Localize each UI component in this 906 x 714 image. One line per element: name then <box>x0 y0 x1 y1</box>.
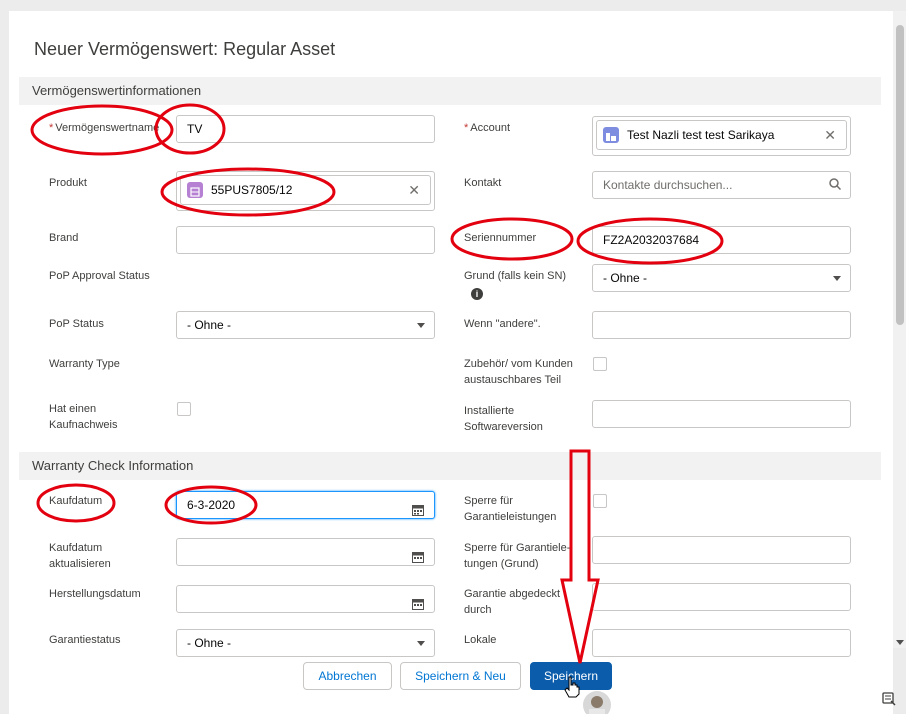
product-pill[interactable]: 55PUS7805/12 ✕ <box>180 175 431 205</box>
warranty-type-label: Warranty Type <box>49 358 120 370</box>
contact-label: Kontakt <box>464 177 502 189</box>
proof-of-purchase-checkbox[interactable] <box>177 402 191 416</box>
wc-line1: Garantie abgedeckt <box>464 588 561 600</box>
section-header-asset-info[interactable]: Vermögenswertinformationen <box>19 77 881 105</box>
brand-input[interactable] <box>176 226 435 254</box>
installed-sw-line1: Installierte <box>464 405 515 417</box>
cursor-hand-icon <box>564 676 580 703</box>
wbr-line1: Sperre für Garantiele- <box>464 542 571 554</box>
warranty-block-checkbox[interactable] <box>593 494 607 508</box>
save-and-new-button[interactable]: Speichern & Neu <box>400 662 521 690</box>
warranty-covered-label: Garantie abgedeckt durch <box>464 586 560 618</box>
info-icon[interactable]: i <box>471 288 483 300</box>
product-lookup[interactable]: 55PUS7805/12 ✕ <box>176 171 435 211</box>
chevron-down-icon[interactable] <box>896 640 904 645</box>
warranty-block-line2: Garantieleistungen <box>464 511 557 523</box>
purchase-date-update-input[interactable] <box>176 538 435 566</box>
asset-name-input[interactable]: TV <box>176 115 435 143</box>
account-pill[interactable]: Test Nazli test test Sarikaya ✕ <box>596 120 847 150</box>
chevron-down-icon <box>417 323 425 328</box>
manufacture-date-input[interactable] <box>176 585 435 613</box>
modal-scrollbar[interactable] <box>893 11 906 648</box>
proof-of-purchase-label: Hat einen Kaufnachweis <box>49 401 118 433</box>
new-asset-modal: Neuer Vermögenswert: Regular Asset Vermö… <box>9 11 893 714</box>
warranty-status-label: Garantiestatus <box>49 634 121 646</box>
utility-bar-icon[interactable] <box>881 690 897 711</box>
account-lookup[interactable]: Test Nazli test test Sarikaya ✕ <box>592 116 851 156</box>
chevron-down-icon <box>833 276 841 281</box>
scroll-thumb[interactable] <box>896 25 904 325</box>
proof-label-line1: Hat einen <box>49 403 97 415</box>
account-value: Test Nazli test test Sarikaya <box>627 128 775 142</box>
proof-label-line2: Kaufnachweis <box>49 419 118 431</box>
warranty-block-line1: Sperre für <box>464 495 513 507</box>
installed-sw-line2: Softwareversion <box>464 421 543 433</box>
calendar-icon[interactable] <box>412 546 424 572</box>
chevron-down-icon <box>417 641 425 646</box>
pop-status-label: PoP Status <box>49 318 104 330</box>
reason-no-sn-value: - Ohne - <box>603 271 648 285</box>
wbr-line2: tungen (Grund) <box>464 558 539 570</box>
account-icon <box>603 127 619 143</box>
account-label: * Account <box>464 122 511 134</box>
close-icon[interactable]: ✕ <box>824 121 836 149</box>
reason-no-sn-label: Grund (falls kein SN) <box>464 270 567 282</box>
warranty-covered-input[interactable] <box>592 583 851 611</box>
local-label: Lokale <box>464 634 497 646</box>
warranty-status-value: - Ohne - <box>187 636 232 650</box>
purchase-date-input[interactable]: 6-3-2020 <box>176 491 435 519</box>
calendar-icon[interactable] <box>412 499 424 525</box>
manufacture-date-label: Herstellungsdatum <box>49 588 141 600</box>
if-other-input[interactable] <box>592 311 851 339</box>
warranty-block-reason-label: Sperre für Garantiele- tungen (Grund) <box>464 540 570 572</box>
wc-line2: durch <box>464 604 492 616</box>
pop-status-value: - Ohne - <box>187 318 232 332</box>
installed-sw-label: Installierte Softwareversion <box>464 403 543 435</box>
local-input[interactable] <box>592 629 851 657</box>
pop-status-select[interactable]: - Ohne - <box>176 311 435 339</box>
product-icon <box>187 182 203 198</box>
purchase-date-update-label: Kaufdatum aktualisieren <box>49 540 111 572</box>
accessory-label: Zubehör/ vom Kunden austauschbares Teil <box>464 356 573 388</box>
serial-input[interactable]: FZ2A2032037684 <box>592 226 851 254</box>
pdu-line1: Kaufdatum <box>49 542 103 554</box>
modal-footer: Abbrechen Speichern & Neu Speichern <box>9 659 893 714</box>
product-label: Produkt <box>49 177 87 189</box>
reason-no-sn-select[interactable]: - Ohne - <box>592 264 851 292</box>
close-icon[interactable]: ✕ <box>408 176 420 204</box>
product-value: 55PUS7805/12 <box>211 183 293 197</box>
avatar <box>582 690 612 714</box>
purchase-date-value: 6-3-2020 <box>187 498 236 512</box>
warranty-block-label: Sperre für Garantieleistungen <box>464 493 556 525</box>
cancel-button[interactable]: Abbrechen <box>303 662 392 690</box>
pop-approval-label: PoP Approval Status <box>49 270 150 282</box>
purchase-date-label: Kaufdatum <box>49 495 103 507</box>
installed-sw-input[interactable] <box>592 400 851 428</box>
if-other-label: Wenn "andere". <box>464 318 541 330</box>
serial-label: Seriennummer <box>464 232 537 244</box>
accessory-checkbox[interactable] <box>593 357 607 371</box>
warranty-block-reason-input[interactable] <box>592 536 851 564</box>
pdu-line2: aktualisieren <box>49 558 111 570</box>
accessory-label-line1: Zubehör/ vom Kunden <box>464 358 573 370</box>
brand-label: Brand <box>49 232 79 244</box>
calendar-icon[interactable] <box>412 593 424 619</box>
modal-title: Neuer Vermögenswert: Regular Asset <box>34 39 336 59</box>
section-header-warranty[interactable]: Warranty Check Information <box>19 452 881 480</box>
search-icon[interactable] <box>828 177 884 196</box>
contact-search-input[interactable]: Kontakte durchsuchen... <box>592 171 851 199</box>
warranty-status-select[interactable]: - Ohne - <box>176 629 435 657</box>
asset-name-label: * Vermögenswertname <box>49 122 160 134</box>
accessory-label-line2: austauschbares Teil <box>464 374 562 386</box>
